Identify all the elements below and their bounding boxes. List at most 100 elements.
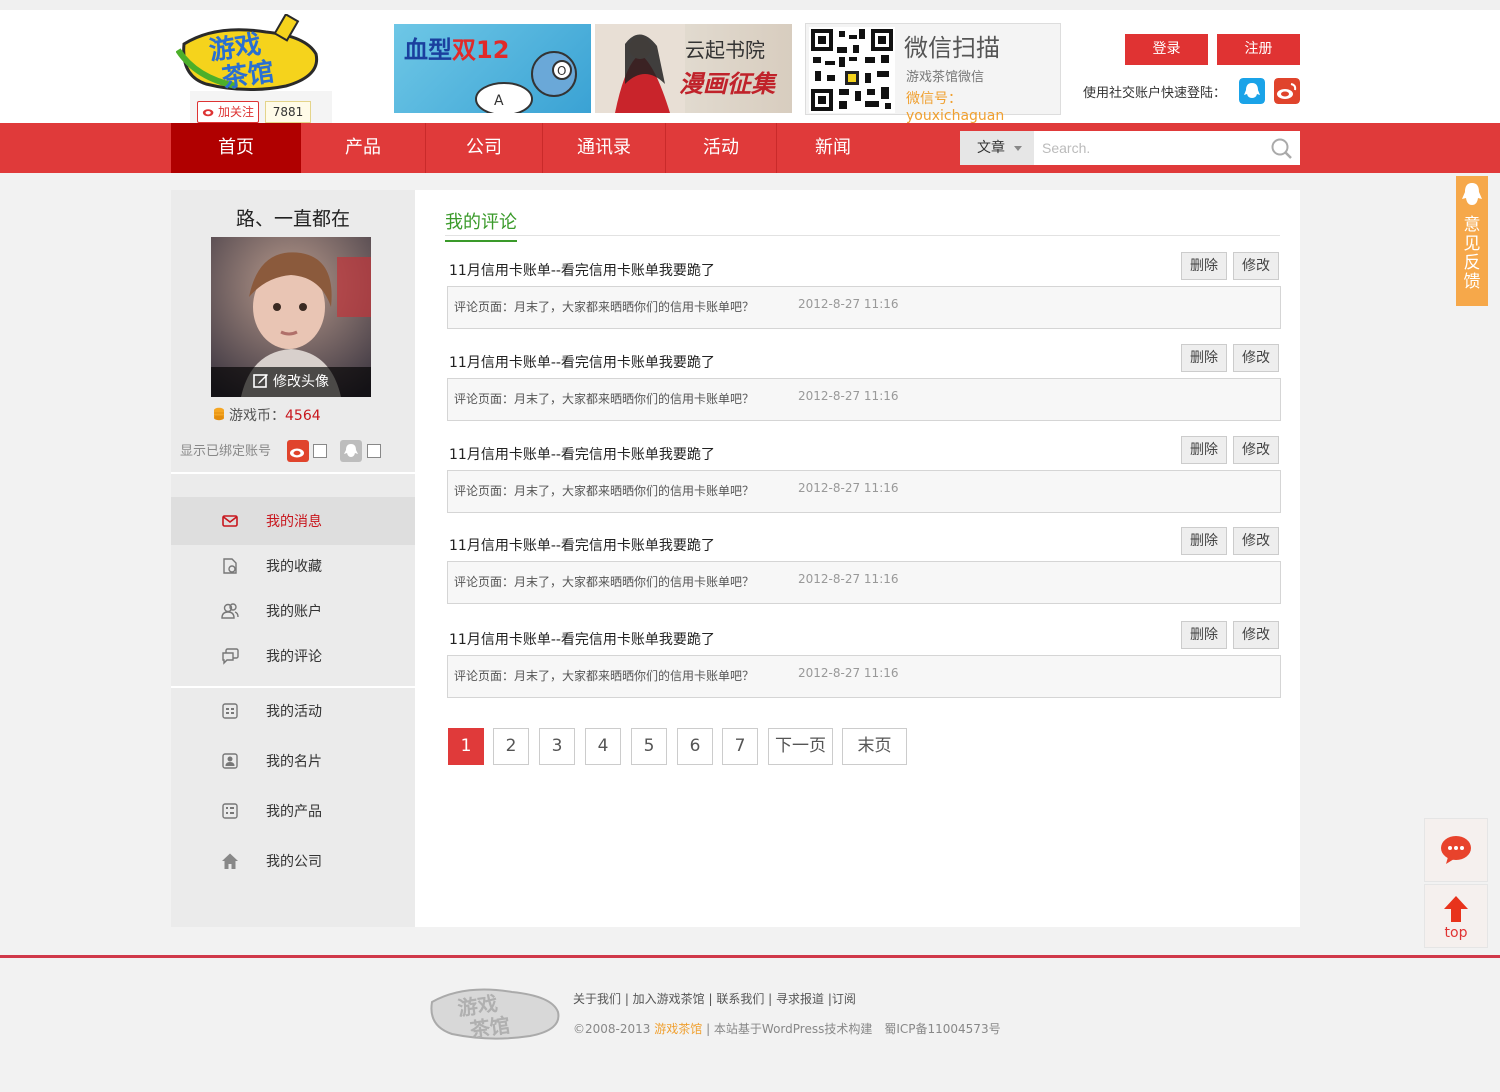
cartoon-blood-icon: A O: [475, 51, 577, 113]
delete-button[interactable]: 删除: [1181, 527, 1227, 555]
comment-icon: [222, 648, 239, 665]
feedback-tab[interactable]: 意见反馈: [1456, 176, 1488, 306]
login-button[interactable]: 登录: [1125, 34, 1208, 65]
top-strip: [0, 0, 1500, 10]
avatar[interactable]: 修改头像: [211, 237, 371, 397]
follow-count: 7881: [265, 101, 311, 123]
feedback-label: 意见反馈: [1463, 215, 1481, 292]
username: 路、一直都在: [235, 208, 350, 230]
sidebar-item-activities[interactable]: 我的活动: [171, 687, 415, 735]
qq-bound-checkbox[interactable]: [367, 444, 381, 458]
ad1-text-a: 血型: [404, 36, 452, 64]
footer: 游戏 茶馆 关于我们 | 加入游戏茶馆 | 联系我们 | 寻求报道 |订阅 ©2…: [0, 955, 1500, 1092]
search-icon[interactable]: [1264, 131, 1300, 165]
comment-time: 2012-8-27 11:16: [798, 481, 899, 495]
coin-label: 游戏币：: [229, 408, 285, 424]
sidebar-item-card[interactable]: 我的名片: [171, 737, 415, 785]
delete-button[interactable]: 删除: [1181, 621, 1227, 649]
sidebar-item-favorites[interactable]: 我的收藏: [171, 542, 415, 590]
nav-item-news[interactable]: 新闻: [777, 123, 889, 173]
arrow-up-icon: [1444, 896, 1468, 922]
edit-button[interactable]: 修改: [1233, 436, 1279, 464]
comment-title[interactable]: 11月信用卡账单--看完信用卡账单我要跪了: [449, 260, 715, 280]
qq-icon: [1462, 183, 1482, 205]
sidebar-item-label: 我的评论: [266, 649, 322, 665]
page-button-3[interactable]: 3: [539, 728, 575, 765]
follow-label: 加关注: [218, 105, 255, 119]
search-input[interactable]: [1034, 131, 1264, 165]
site-logo[interactable]: 游戏 茶馆: [176, 14, 322, 94]
nav-item-company[interactable]: 公司: [426, 123, 542, 173]
search-category-select[interactable]: 文章: [960, 131, 1034, 165]
footer-logo[interactable]: 游戏 茶馆: [424, 978, 564, 1040]
page-button-4[interactable]: 4: [585, 728, 621, 765]
home-icon: [222, 853, 238, 869]
search-category-label: 文章: [977, 140, 1005, 156]
nav-item-contacts[interactable]: 通讯录: [543, 123, 665, 173]
edit-button[interactable]: 修改: [1233, 344, 1279, 372]
qr-code-icon: [809, 27, 895, 113]
sidebar-item-messages[interactable]: 我的消息: [171, 497, 415, 545]
edit-button[interactable]: 修改: [1233, 621, 1279, 649]
coin-balance: 游戏币：4564: [213, 405, 321, 425]
users-icon: [221, 603, 239, 619]
chat-button[interactable]: [1424, 818, 1488, 882]
edit-button[interactable]: 修改: [1233, 252, 1279, 280]
comment-text: 评论页面：月末了，大家都来晒晒你们的信用卡账单吧？: [454, 300, 755, 314]
svg-text:茶馆: 茶馆: [468, 1013, 511, 1040]
qq-login-icon[interactable]: [1239, 78, 1265, 104]
delete-button[interactable]: 删除: [1181, 252, 1227, 280]
edit-avatar-button[interactable]: 修改头像: [211, 367, 371, 397]
wechat-qr-box: 微信扫描 游戏茶馆微信 微信号：youxichaguan: [805, 23, 1061, 124]
comment-text: 评论页面：月末了，大家都来晒晒你们的信用卡账单吧？: [454, 669, 755, 683]
page-button-7[interactable]: 7: [722, 728, 758, 765]
svg-text:A: A: [494, 93, 504, 109]
delete-button[interactable]: 删除: [1181, 436, 1227, 464]
comments-panel: 我的评论 11月信用卡账单--看完信用卡账单我要跪了 删除 修改 评论页面：月末…: [415, 190, 1300, 927]
sidebar-item-label: 我的公司: [266, 854, 322, 870]
coin-icon: [214, 407, 224, 421]
chevron-down-icon: [1014, 146, 1022, 151]
sidebar-item-products[interactable]: 我的产品: [171, 787, 415, 835]
next-page-button[interactable]: 下一页: [768, 728, 833, 765]
comment-title[interactable]: 11月信用卡账单--看完信用卡账单我要跪了: [449, 352, 715, 372]
follow-button[interactable]: 加关注: [197, 101, 259, 123]
weibo-login-icon[interactable]: [1274, 78, 1300, 104]
qr-title: 微信扫描: [904, 34, 1000, 62]
nav-item-home[interactable]: 首页: [171, 123, 301, 173]
footer-copyright: ©2008-2013 游戏茶馆 | 本站基于WordPress技术构建 蜀ICP…: [573, 1020, 1001, 1037]
sidebar-item-company[interactable]: 我的公司: [171, 837, 415, 885]
top-label: top: [1444, 925, 1468, 941]
last-page-button[interactable]: 末页: [842, 728, 907, 765]
weibo-bound-checkbox[interactable]: [313, 444, 327, 458]
page-button-1[interactable]: 1: [448, 728, 484, 765]
page-button-2[interactable]: 2: [493, 728, 529, 765]
footer-links[interactable]: 关于我们 | 加入游戏茶馆 | 联系我们 | 寻求报道 |订阅: [573, 990, 856, 1007]
banner-ad-comic[interactable]: 云起书院 漫画征集: [595, 24, 792, 113]
sidebar-item-label: 我的账户: [266, 604, 322, 620]
page-button-5[interactable]: 5: [631, 728, 667, 765]
ad2-sub: 漫画征集: [679, 70, 775, 98]
comment-title[interactable]: 11月信用卡账单--看完信用卡账单我要跪了: [449, 444, 715, 464]
page-button-6[interactable]: 6: [677, 728, 713, 765]
sidebar-item-label: 我的产品: [266, 804, 322, 820]
sidebar-item-account[interactable]: 我的账户: [171, 587, 415, 635]
comment-body: 评论页面：月末了，大家都来晒晒你们的信用卡账单吧？ 2012-8-27 11:1…: [447, 378, 1281, 421]
back-to-top-button[interactable]: top: [1424, 884, 1488, 948]
edit-button[interactable]: 修改: [1233, 527, 1279, 555]
comment-title[interactable]: 11月信用卡账单--看完信用卡账单我要跪了: [449, 535, 715, 555]
nav-item-activities[interactable]: 活动: [666, 123, 776, 173]
delete-button[interactable]: 删除: [1181, 344, 1227, 372]
comment-body: 评论页面：月末了，大家都来晒晒你们的信用卡账单吧？ 2012-8-27 11:1…: [447, 470, 1281, 513]
sidebar-item-comments[interactable]: 我的评论: [171, 632, 415, 680]
banner-ad-double12[interactable]: 血型双12 A O: [394, 24, 591, 113]
folder-icon: [223, 558, 237, 574]
nav-item-products[interactable]: 产品: [301, 123, 425, 173]
register-button[interactable]: 注册: [1217, 34, 1300, 65]
comment-body: 评论页面：月末了，大家都来晒晒你们的信用卡账单吧？ 2012-8-27 11:1…: [447, 655, 1281, 698]
card-icon: [222, 753, 238, 769]
comment-time: 2012-8-27 11:16: [798, 666, 899, 680]
comment-title[interactable]: 11月信用卡账单--看完信用卡账单我要跪了: [449, 629, 715, 649]
footer-brand-link[interactable]: 游戏茶馆: [654, 1022, 702, 1036]
page-title: 我的评论: [445, 208, 517, 242]
